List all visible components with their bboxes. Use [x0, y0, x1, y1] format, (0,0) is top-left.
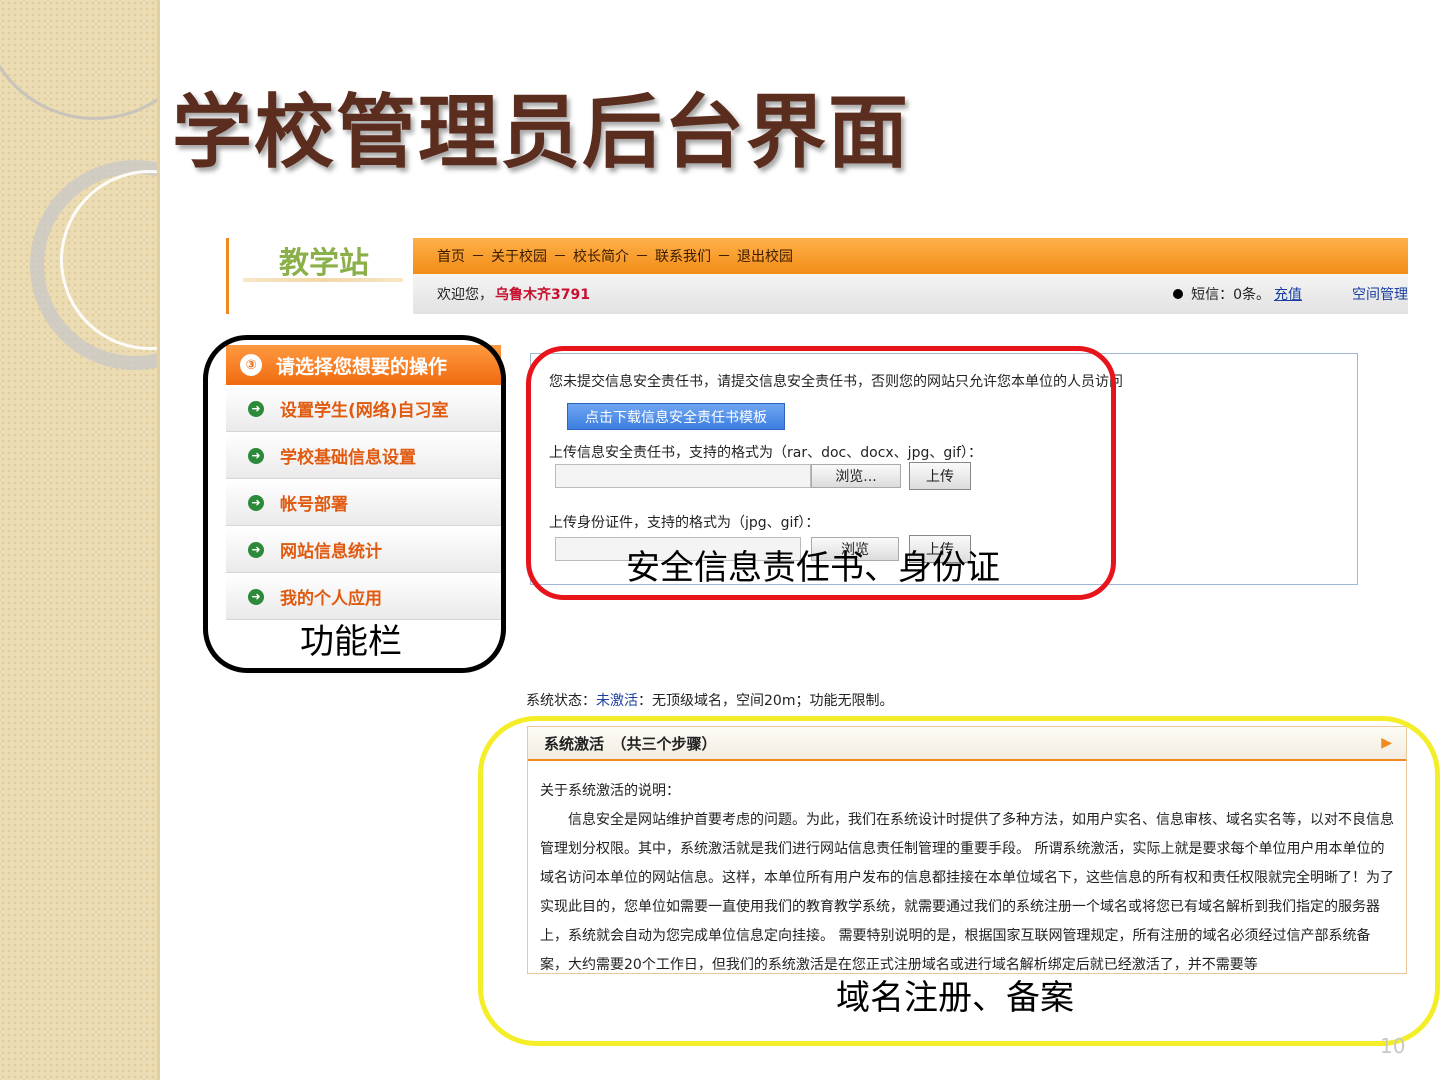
nav-separator: － — [553, 249, 567, 265]
user-bar-right: 短信： 0条。 充值 空间管理 — [1173, 284, 1408, 304]
recharge-link[interactable]: 充值 — [1274, 284, 1302, 304]
brand-underline — [243, 278, 403, 282]
status-value: 未激活 — [596, 693, 638, 709]
nav-home[interactable]: 首页 — [437, 246, 465, 266]
nav-about-campus[interactable]: 关于校园 — [491, 246, 547, 266]
nav-exit-campus[interactable]: 退出校园 — [737, 246, 793, 266]
menu-annotation: 功能栏 — [300, 622, 402, 662]
sms-count: 0条。 — [1233, 287, 1270, 303]
bullet-dot-icon — [1173, 289, 1184, 299]
nav-separator: － — [717, 249, 731, 265]
space-manage-link[interactable]: 空间管理 — [1352, 284, 1408, 304]
nav-principal-intro[interactable]: 校长简介 — [573, 246, 629, 266]
site-logo: 教学站 — [226, 238, 406, 314]
site-brand: 教学站 — [279, 246, 369, 281]
nav-separator: － — [635, 249, 649, 265]
decorative-sidebar — [0, 0, 160, 1080]
sms-label: 短信： — [1191, 287, 1234, 303]
nav-contact-us[interactable]: 联系我们 — [655, 246, 711, 266]
user-bar: 欢迎您， 乌鲁木齐3791 短信： 0条。 充值 空间管理 — [413, 274, 1408, 314]
welcome-text: 欢迎您， — [437, 287, 493, 303]
nav-separator: － — [471, 249, 485, 265]
status-suffix: ：无顶级域名，空间20m；功能无限制。 — [638, 693, 894, 709]
activation-annotation: 域名注册、备案 — [836, 978, 1074, 1018]
upload-annotation: 安全信息责任书、身份证 — [626, 548, 1000, 588]
top-navigation: 首页 － 关于校园 － 校长简介 － 联系我们 － 退出校园 — [413, 238, 1408, 274]
page-number: 10 — [1380, 1034, 1406, 1058]
slide-title: 学校管理员后台界面 — [172, 85, 910, 179]
decorative-ring — [0, 0, 157, 120]
status-prefix: 系统状态： — [526, 693, 596, 709]
system-status: 系统状态：未激活：无顶级域名，空间20m；功能无限制。 — [526, 690, 893, 710]
username: 乌鲁木齐3791 — [495, 287, 590, 303]
